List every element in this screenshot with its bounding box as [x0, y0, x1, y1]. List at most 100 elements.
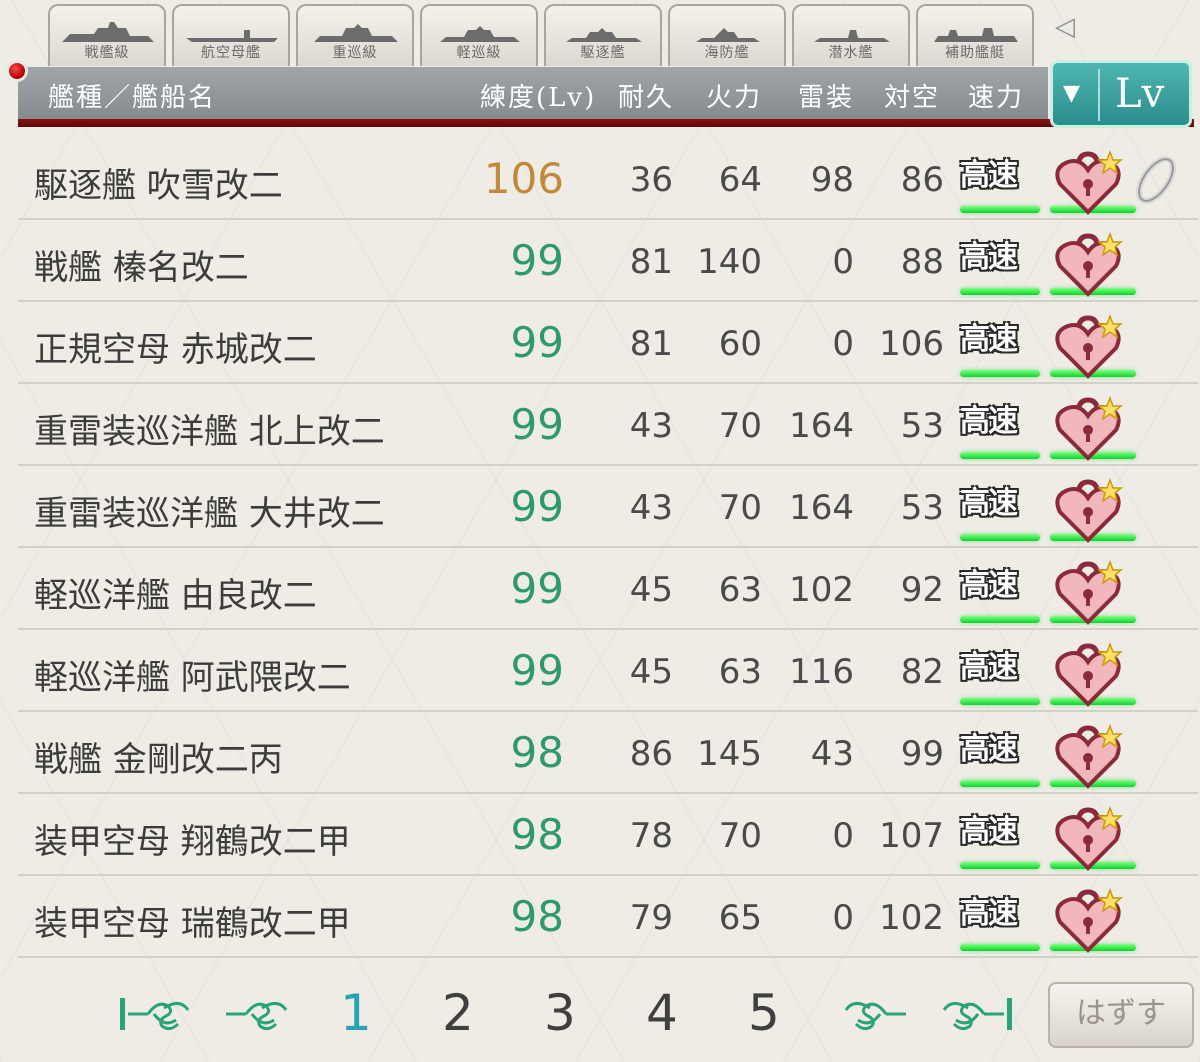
ship-firepower: 63: [718, 652, 762, 692]
heart-lock-icon[interactable]: [1054, 228, 1126, 298]
heart-lock-icon[interactable]: [1054, 884, 1126, 954]
ship-row[interactable]: 軽巡洋艦 由良改二 99 45 63 102 92 高速: [18, 548, 1198, 630]
heart-lock-icon[interactable]: [1054, 310, 1126, 380]
ship-name: 装甲空母 瑞鶴改二甲: [34, 904, 351, 944]
ship-row[interactable]: 駆逐艦 吹雪改二 106 36 64 98 86 高速: [18, 138, 1198, 220]
ship-name: 軽巡洋艦 由良改二: [34, 576, 317, 616]
ship-hp: 86: [629, 734, 673, 774]
row-divider: [18, 956, 1198, 958]
ship-row[interactable]: 戦艦 榛名改二 99 81 140 0 88 高速: [18, 220, 1198, 302]
ship-name: 軽巡洋艦 阿武隈改二: [34, 658, 351, 698]
ship-level: 98: [510, 810, 564, 859]
ship-type-tabs: 戦艦級 航空母艦 重巡級 軽巡級 駆逐艦 海防艦 潜水艦 補助艦艇: [48, 4, 1048, 66]
ship-name: 戦艦 榛名改二: [34, 248, 249, 288]
condition-bar: [960, 698, 1040, 705]
ship-speed: 高速: [960, 568, 1018, 603]
tab-submarine[interactable]: 潜水艦: [792, 4, 910, 66]
condition-bar: [960, 780, 1040, 787]
unequip-button[interactable]: はずす: [1048, 982, 1194, 1048]
heart-lock-icon[interactable]: [1054, 392, 1126, 462]
tab-heavy-cruiser[interactable]: 重巡級: [296, 4, 414, 66]
page-1[interactable]: 1: [340, 984, 372, 1042]
header-firepower[interactable]: 火力: [706, 77, 762, 114]
tab-battleship[interactable]: 戦艦級: [48, 4, 166, 66]
ship-antiair: 82: [900, 652, 944, 692]
ship-torpedo: 43: [810, 734, 854, 774]
ship-level: 99: [510, 482, 564, 531]
sort-separator: [1098, 69, 1100, 121]
ship-row[interactable]: 正規空母 赤城改二 99 81 60 0 106 高速: [18, 302, 1198, 384]
next-page-icon[interactable]: [834, 994, 910, 1034]
ship-speed: 高速: [960, 404, 1018, 439]
header-speed[interactable]: 速力: [968, 77, 1024, 114]
ship-hp: 81: [629, 242, 673, 282]
tab-label: 軽巡級: [456, 45, 502, 61]
ship-firepower: 140: [697, 242, 762, 282]
ship-antiair: 106: [879, 324, 944, 364]
tab-light-cruiser[interactable]: 軽巡級: [420, 4, 538, 66]
tab-auxiliary[interactable]: 補助艦艇: [916, 4, 1034, 66]
ship-firepower: 145: [697, 734, 762, 774]
sort-button[interactable]: ▼ Lv: [1050, 60, 1192, 128]
condition-bar: [960, 206, 1040, 213]
heart-lock-icon[interactable]: [1054, 556, 1126, 626]
ship-row[interactable]: 装甲空母 瑞鶴改二甲 98 79 65 0 102 高速: [18, 876, 1198, 958]
ship-firepower: 60: [718, 324, 762, 364]
condition-bar: [960, 370, 1040, 377]
condition-bar: [960, 862, 1040, 869]
collapse-arrow-icon[interactable]: ◁: [1050, 12, 1080, 42]
ship-level: 99: [510, 400, 564, 449]
ship-firepower: 63: [718, 570, 762, 610]
tab-label: 重巡級: [332, 45, 378, 61]
ship-level: 99: [510, 318, 564, 367]
page-2[interactable]: 2: [442, 984, 474, 1042]
tab-destroyer[interactable]: 駆逐艦: [544, 4, 662, 66]
tab-label: 海防艦: [704, 45, 750, 61]
header-hp[interactable]: 耐久: [618, 77, 674, 114]
heart-lock-icon[interactable]: [1054, 146, 1126, 216]
ship-level: 99: [510, 564, 564, 613]
ship-name: 装甲空母 翔鶴改二甲: [34, 822, 351, 862]
ship-hp: 78: [629, 816, 673, 856]
page-4[interactable]: 4: [646, 984, 678, 1042]
ship-row[interactable]: 重雷装巡洋艦 大井改二 99 43 70 164 53 高速: [18, 466, 1198, 548]
heart-lock-icon[interactable]: [1054, 720, 1126, 790]
header-level[interactable]: 練度(Lv): [480, 77, 596, 114]
ship-speed: 高速: [960, 814, 1018, 849]
heart-lock-icon[interactable]: [1054, 638, 1126, 708]
ship-antiair: 92: [900, 570, 944, 610]
heart-lock-icon[interactable]: [1054, 474, 1126, 544]
ship-torpedo: 164: [789, 406, 854, 446]
page-5[interactable]: 5: [748, 984, 780, 1042]
first-page-icon[interactable]: [118, 994, 194, 1034]
page-3[interactable]: 3: [544, 984, 576, 1042]
tab-aircraft-carrier[interactable]: 航空母艦: [172, 4, 290, 66]
ship-row[interactable]: 重雷装巡洋艦 北上改二 99 43 70 164 53 高速: [18, 384, 1198, 466]
heart-lock-icon[interactable]: [1054, 802, 1126, 872]
tab-label: 潜水艦: [828, 45, 874, 61]
ship-firepower: 70: [718, 488, 762, 528]
ship-row[interactable]: 軽巡洋艦 阿武隈改二 99 45 63 116 82 高速: [18, 630, 1198, 712]
ship-row[interactable]: 装甲空母 翔鶴改二甲 98 78 70 0 107 高速: [18, 794, 1198, 876]
ship-name: 正規空母 赤城改二: [34, 330, 317, 370]
header-torpedo[interactable]: 雷装: [798, 77, 854, 114]
ship-speed: 高速: [960, 158, 1018, 193]
ship-torpedo: 0: [832, 816, 854, 856]
ship-row[interactable]: 戦艦 金剛改二丙 98 86 145 43 99 高速: [18, 712, 1198, 794]
ship-antiair: 53: [900, 406, 944, 446]
ship-firepower: 64: [718, 160, 762, 200]
ship-hp: 43: [629, 488, 673, 528]
ship-speed: 高速: [960, 650, 1018, 685]
ship-hp: 81: [629, 324, 673, 364]
prev-page-icon[interactable]: [222, 994, 298, 1034]
sort-dropdown-icon: ▼: [1063, 81, 1080, 106]
ship-name: 駆逐艦 吹雪改二: [34, 166, 283, 206]
ship-torpedo: 0: [832, 898, 854, 938]
header-name[interactable]: 艦種／艦船名: [48, 77, 216, 114]
ship-level: 106: [483, 154, 564, 203]
ship-name: 重雷装巡洋艦 北上改二: [34, 412, 385, 452]
header-antiair[interactable]: 対空: [884, 77, 940, 114]
list-header: 艦種／艦船名 練度(Lv) 耐久 火力 雷装 対空 速力: [18, 67, 1048, 119]
last-page-icon[interactable]: [938, 994, 1014, 1034]
tab-escort[interactable]: 海防艦: [668, 4, 786, 66]
